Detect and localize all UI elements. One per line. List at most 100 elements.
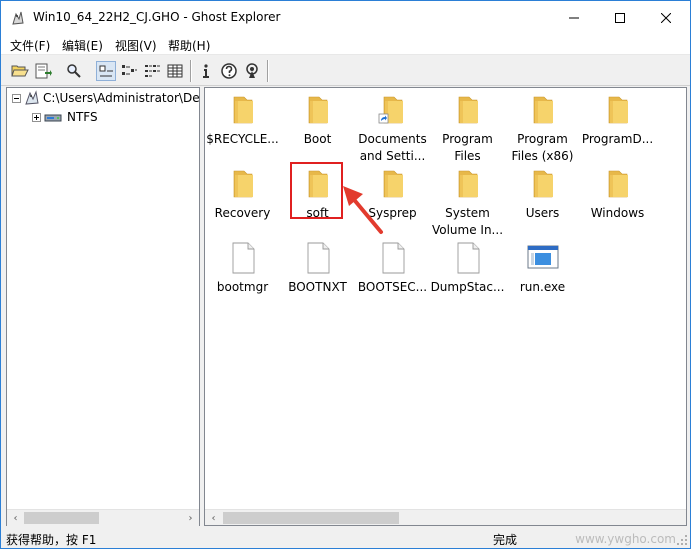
extract-icon <box>35 63 52 79</box>
item-label: BOOTSEC... <box>357 280 428 294</box>
help-button[interactable] <box>219 61 239 81</box>
toolbar-separator <box>190 60 192 82</box>
scroll-left-arrow[interactable]: ‹ <box>7 510 24 526</box>
file-icon <box>382 242 404 274</box>
folder-icon <box>533 96 553 124</box>
file-item[interactable]: run.exe <box>505 240 580 296</box>
item-label: ProgramD... <box>581 132 654 146</box>
details-view-icon <box>167 64 183 78</box>
large-icons-view-icon <box>99 65 113 77</box>
folder-item[interactable]: Users <box>505 166 580 222</box>
expand-toggle[interactable] <box>32 112 41 122</box>
menu-bar: 文件(F) 编辑(E) 视图(V) 帮助(H) <box>1 34 690 55</box>
folder-item[interactable]: Program Files (x86) <box>505 92 580 165</box>
menu-view[interactable]: 视图(V) <box>115 37 157 54</box>
tree-pane[interactable]: C:\Users\Administrator\De NTFS ‹ › <box>6 87 200 526</box>
folder-item[interactable]: Recovery <box>205 166 280 222</box>
scroll-thumb[interactable] <box>223 512 399 524</box>
scroll-thumb[interactable] <box>24 512 99 524</box>
file-icon <box>457 242 479 274</box>
item-label: DumpStac... <box>430 280 505 294</box>
item-label: Windows <box>590 206 645 220</box>
help-icon <box>221 63 237 79</box>
list-view-button[interactable] <box>142 61 162 81</box>
menu-help[interactable]: 帮助(H) <box>168 37 210 54</box>
scroll-right-arrow[interactable]: › <box>182 510 199 526</box>
close-icon <box>661 12 671 23</box>
open-button[interactable] <box>10 61 30 81</box>
folder-item[interactable]: Windows <box>580 166 655 222</box>
ghost-app-icon <box>12 11 24 25</box>
maximize-icon <box>615 12 625 23</box>
tree-horizontal-scrollbar[interactable]: ‹ › <box>7 509 199 526</box>
item-label: Documents and Setti... <box>358 132 427 163</box>
file-item[interactable]: BOOTSEC... <box>355 240 430 296</box>
list-view-icon <box>145 65 160 77</box>
item-label: Recovery <box>214 206 271 220</box>
ghost-image-icon <box>25 90 39 105</box>
span-icon <box>246 63 258 78</box>
folder-shortcut-icon <box>378 96 403 124</box>
item-label: run.exe <box>519 280 566 294</box>
info-icon <box>203 64 209 78</box>
folder-icon <box>608 170 628 198</box>
tree-root-label: C:\Users\Administrator\De <box>43 91 200 105</box>
file-list-pane[interactable]: $RECYCLE... Boot Documents and Setti... Pro… <box>204 87 687 526</box>
drive-icon <box>44 114 62 122</box>
small-icons-view-icon <box>122 65 137 75</box>
info-button[interactable] <box>196 61 216 81</box>
extract-button[interactable] <box>33 61 53 81</box>
folder-icon <box>233 170 253 198</box>
item-label: System Volume In... <box>431 206 504 237</box>
exe-icon <box>527 245 558 269</box>
minimize-button[interactable] <box>551 1 597 34</box>
status-ready-text: 完成 <box>493 533 518 547</box>
ghost-explorer-window: Win10_64_22H2_CJ.GHO - Ghost Explorer 文件… <box>0 0 691 549</box>
title-bar[interactable]: Win10_64_22H2_CJ.GHO - Ghost Explorer <box>1 1 690 34</box>
folder-item[interactable]: Boot <box>280 92 355 148</box>
file-item[interactable]: DumpStac... <box>430 240 505 296</box>
file-item[interactable]: BOOTNXT <box>280 240 355 296</box>
watermark: www.ywgho.com <box>575 532 676 546</box>
collapse-toggle[interactable] <box>12 93 21 103</box>
find-icon <box>67 64 81 78</box>
highlight-box <box>290 162 343 219</box>
toolbar-separator <box>267 60 269 82</box>
item-label: $RECYCLE... <box>206 132 279 146</box>
folder-icon <box>458 96 478 124</box>
file-icon <box>307 242 329 274</box>
menu-edit[interactable]: 编辑(E) <box>62 37 103 54</box>
files-horizontal-scrollbar[interactable]: ‹ <box>205 509 686 525</box>
close-button[interactable] <box>643 1 689 34</box>
folder-item[interactable]: ProgramD... <box>580 92 655 148</box>
resize-grip-icon[interactable] <box>676 534 688 546</box>
tree-root[interactable]: C:\Users\Administrator\De <box>12 89 200 107</box>
folder-item[interactable]: $RECYCLE... <box>205 92 280 148</box>
item-label: Program Files (x86) <box>511 132 574 163</box>
status-help-text: 获得帮助，按 F1 <box>6 533 97 547</box>
find-button[interactable] <box>64 61 84 81</box>
folder-icon <box>458 170 478 198</box>
folder-icon <box>533 170 553 198</box>
folder-item[interactable]: System Volume In... <box>430 166 505 239</box>
menu-file[interactable]: 文件(F) <box>10 37 50 54</box>
details-view-button[interactable] <box>165 61 185 81</box>
file-icon <box>232 242 254 274</box>
item-label: Users <box>525 206 560 220</box>
scroll-left-arrow[interactable]: ‹ <box>205 510 222 525</box>
folder-item[interactable]: Documents and Setti... <box>355 92 430 165</box>
maximize-button[interactable] <box>597 1 643 34</box>
folder-icon <box>233 96 253 124</box>
small-icons-view-button[interactable] <box>119 61 139 81</box>
file-item[interactable]: bootmgr <box>205 240 280 296</box>
folder-icon <box>308 96 328 124</box>
tree-node-ntfs[interactable]: NTFS <box>32 108 98 126</box>
tree-node-label: NTFS <box>67 110 98 124</box>
folder-icon <box>608 96 628 124</box>
item-label: Program Files <box>442 132 493 163</box>
status-bar: 获得帮助，按 F1 完成 www.ywgho.com <box>1 528 690 548</box>
large-icons-view-button[interactable] <box>96 61 116 81</box>
folder-item[interactable]: Program Files <box>430 92 505 165</box>
span-button[interactable] <box>242 61 262 81</box>
minimize-icon <box>569 17 579 18</box>
